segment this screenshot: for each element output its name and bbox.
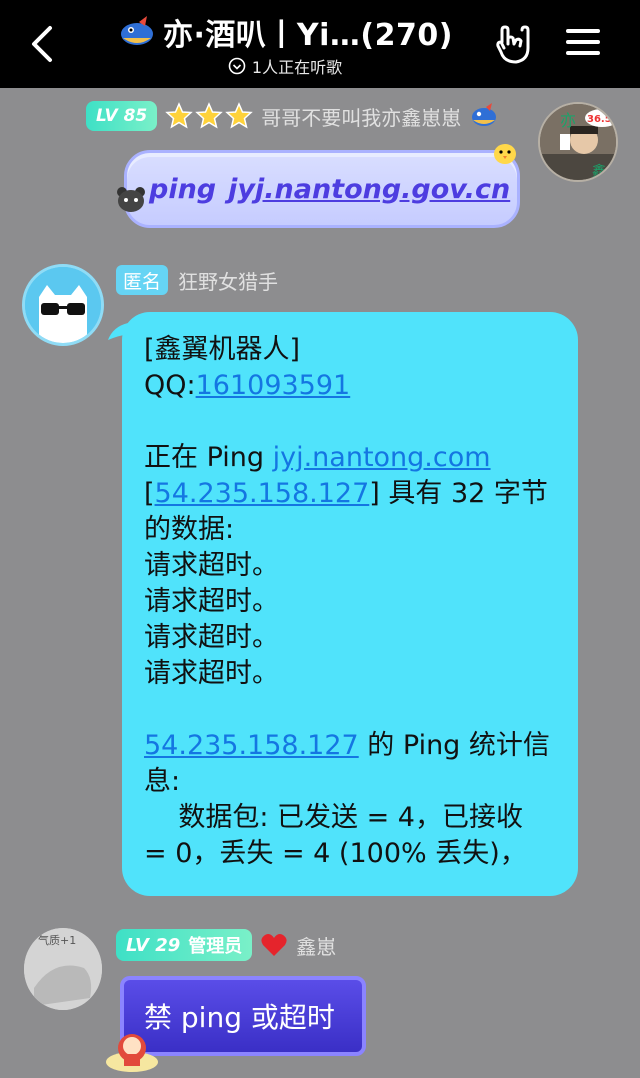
message-line: QQ:161093591 — [144, 370, 351, 401]
chat-title-area[interactable]: 亦·酒叭丨Yi…(270) 1人正在听歌 — [95, 10, 475, 80]
message-line: 的数据: — [144, 514, 235, 545]
chat-title: 亦·酒叭丨Yi…(270) — [163, 18, 453, 53]
astronaut-sticker-icon — [106, 1034, 158, 1072]
bear-sticker-icon — [117, 187, 145, 212]
message-meta: LV 85 哥哥不要叫我亦鑫崽崽 — [86, 100, 499, 132]
svg-text:36.5℃: 36.5℃ — [587, 114, 618, 125]
message-line: 请求超时。 — [144, 586, 279, 617]
avatar[interactable]: 气质+1 — [24, 928, 102, 1010]
chick-sticker-icon — [494, 144, 516, 164]
svg-text:亦: 亦 — [560, 111, 576, 130]
listening-icon — [228, 57, 246, 75]
message-line: [54.235.158.127] 具有 32 字节 — [144, 478, 548, 509]
message-line: 数据包: 已发送 = 4，已接收 — [144, 802, 523, 833]
ip-link[interactable]: 54.235.158.127 — [155, 478, 370, 509]
message-line: = 0，丢失 = 4 (100% 丢失)， — [144, 838, 527, 869]
back-button[interactable] — [22, 22, 62, 66]
sender-name[interactable]: 狂野女猎手 — [178, 266, 278, 295]
menu-icon-line — [566, 40, 600, 44]
avatar[interactable]: 亦 鑫 36.5℃ — [538, 102, 618, 182]
message-text: ping jyj.nantong.gov.cn — [149, 173, 511, 205]
message-meta: 匿名 狂野女猎手 — [116, 264, 278, 296]
message-line: 54.235.158.127 的 Ping 统计信 — [144, 730, 550, 761]
star-badges — [165, 102, 254, 130]
ip-link[interactable]: 54.235.158.127 — [144, 730, 359, 761]
dragon-emoji-icon — [472, 103, 497, 126]
avatar[interactable] — [22, 264, 104, 346]
message-line: 请求超时。 — [144, 550, 279, 581]
star-icon — [225, 102, 254, 129]
message-line: 息: — [144, 766, 181, 797]
message-link[interactable]: jyj.nantong.gov.cn — [228, 174, 510, 205]
menu-button[interactable] — [562, 24, 604, 64]
menu-icon-line — [566, 29, 600, 33]
message-line: 请求超时。 — [144, 622, 279, 653]
sender-name[interactable]: 哥哥不要叫我亦鑫崽崽 — [261, 102, 461, 131]
avatar-photo: 气质+1 — [24, 928, 102, 1010]
message-text: 禁 ping 或超时 — [144, 1001, 335, 1034]
sender-name[interactable]: 鑫崽 — [296, 931, 336, 960]
hand-gesture-button[interactable] — [492, 22, 538, 68]
chevron-left-icon — [32, 26, 52, 62]
role-badge: 管理员 — [188, 936, 243, 957]
message-line: [鑫翼机器人] — [144, 334, 301, 365]
message-meta: LV 29 管理员 鑫崽 — [116, 928, 336, 962]
svg-text:鑫: 鑫 — [592, 163, 606, 180]
menu-icon-line — [566, 51, 600, 55]
rock-hand-icon — [496, 25, 530, 64]
qq-link[interactable]: 161093591 — [196, 370, 351, 401]
message-line: 请求超时。 — [144, 658, 279, 689]
listening-status: 1人正在听歌 — [251, 58, 343, 77]
chat-header: 亦·酒叭丨Yi…(270) 1人正在听歌 — [0, 0, 640, 88]
svg-text:气质+1: 气质+1 — [38, 933, 76, 947]
host-link[interactable]: jyj.nantong.com — [273, 442, 491, 473]
message-bubble[interactable]: [鑫翼机器人] QQ:161093591 正在 Ping jyj.nantong… — [122, 312, 578, 896]
heart-icon — [261, 934, 287, 956]
level-badge: LV 29 管理员 — [116, 929, 253, 961]
level-badge: LV 85 — [86, 101, 158, 131]
avatar-photo: 亦 鑫 36.5℃ — [540, 104, 618, 180]
star-icon — [165, 102, 194, 129]
message-line: 正在 Ping jyj.nantong.com — [144, 442, 491, 473]
dragon-emoji-icon — [121, 16, 154, 45]
message-bubble[interactable]: ping jyj.nantong.gov.cn — [124, 150, 520, 228]
star-icon — [195, 102, 224, 129]
anonymous-badge: 匿名 — [116, 265, 169, 295]
anonymous-cat-avatar — [25, 267, 101, 343]
